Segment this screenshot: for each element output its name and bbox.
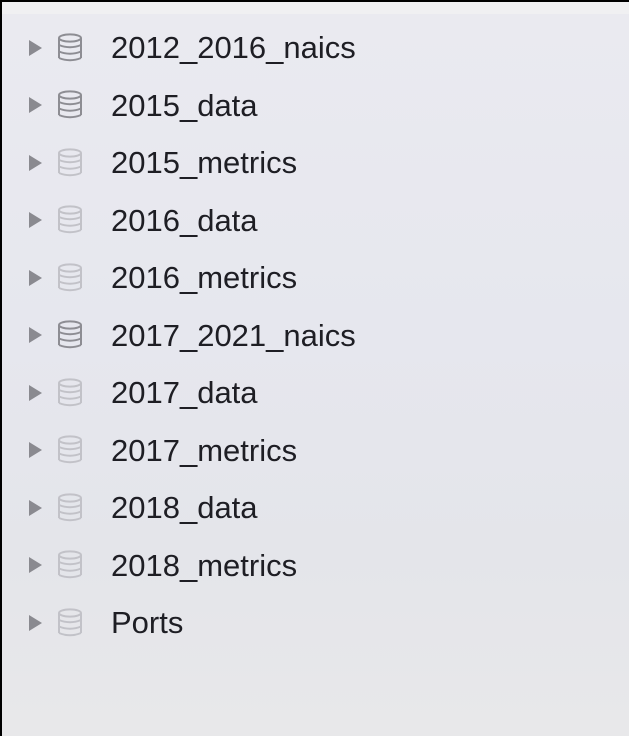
database-icon <box>57 608 83 638</box>
schema-browser-sidebar: 2012_2016_naics 2015_data 2015_metrics 2016… <box>0 0 629 736</box>
database-icon <box>57 205 83 235</box>
database-icon <box>57 493 83 523</box>
sidebar-item-label: 2015_metrics <box>111 145 298 181</box>
sidebar-item-label: 2017_metrics <box>111 432 298 468</box>
disclosure-triangle-icon[interactable] <box>26 326 44 344</box>
sidebar-item-label: 2018_data <box>111 490 258 526</box>
sidebar-item-database[interactable]: 2016_metrics <box>2 249 622 307</box>
sidebar-item-database[interactable]: 2017_2021_naics <box>2 307 622 365</box>
sidebar-item-database[interactable]: 2017_data <box>2 364 622 422</box>
sidebar-item-database[interactable]: Ports <box>2 594 622 652</box>
disclosure-triangle-icon[interactable] <box>26 499 44 517</box>
disclosure-triangle-icon[interactable] <box>26 211 44 229</box>
database-icon <box>57 263 83 293</box>
sidebar-item-label: Ports <box>111 605 184 641</box>
sidebar-item-database[interactable]: 2015_data <box>2 77 622 135</box>
sidebar-item-label: 2016_data <box>111 202 258 238</box>
database-icon <box>57 33 83 63</box>
database-icon <box>57 378 83 408</box>
database-icon <box>57 90 83 120</box>
disclosure-triangle-icon[interactable] <box>26 39 44 57</box>
sidebar-item-label: 2017_data <box>111 375 258 411</box>
sidebar-item-label: 2015_data <box>111 87 258 123</box>
sidebar-item-label: 2016_metrics <box>111 260 298 296</box>
sidebar-item-database[interactable]: 2016_data <box>2 192 622 250</box>
database-icon <box>57 148 83 178</box>
sidebar-item-label: 2018_metrics <box>111 547 298 583</box>
disclosure-triangle-icon[interactable] <box>26 154 44 172</box>
database-icon <box>57 550 83 580</box>
sidebar-item-label: 2017_2021_naics <box>111 317 356 353</box>
database-icon <box>57 435 83 465</box>
disclosure-triangle-icon[interactable] <box>26 384 44 402</box>
disclosure-triangle-icon[interactable] <box>26 96 44 114</box>
sidebar-item-database[interactable]: 2012_2016_naics <box>2 19 622 77</box>
sidebar-item-database[interactable]: 2018_metrics <box>2 537 622 595</box>
sidebar-item-database[interactable]: 2017_metrics <box>2 422 622 480</box>
disclosure-triangle-icon[interactable] <box>26 269 44 287</box>
database-icon <box>57 320 83 350</box>
sidebar-top-edge <box>2 2 629 14</box>
database-list: 2012_2016_naics 2015_data 2015_metrics 2016… <box>2 19 622 652</box>
sidebar-item-database[interactable]: 2018_data <box>2 479 622 537</box>
disclosure-triangle-icon[interactable] <box>26 614 44 632</box>
sidebar-item-database[interactable]: 2015_metrics <box>2 134 622 192</box>
disclosure-triangle-icon[interactable] <box>26 441 44 459</box>
disclosure-triangle-icon[interactable] <box>26 556 44 574</box>
sidebar-item-label: 2012_2016_naics <box>111 30 356 66</box>
